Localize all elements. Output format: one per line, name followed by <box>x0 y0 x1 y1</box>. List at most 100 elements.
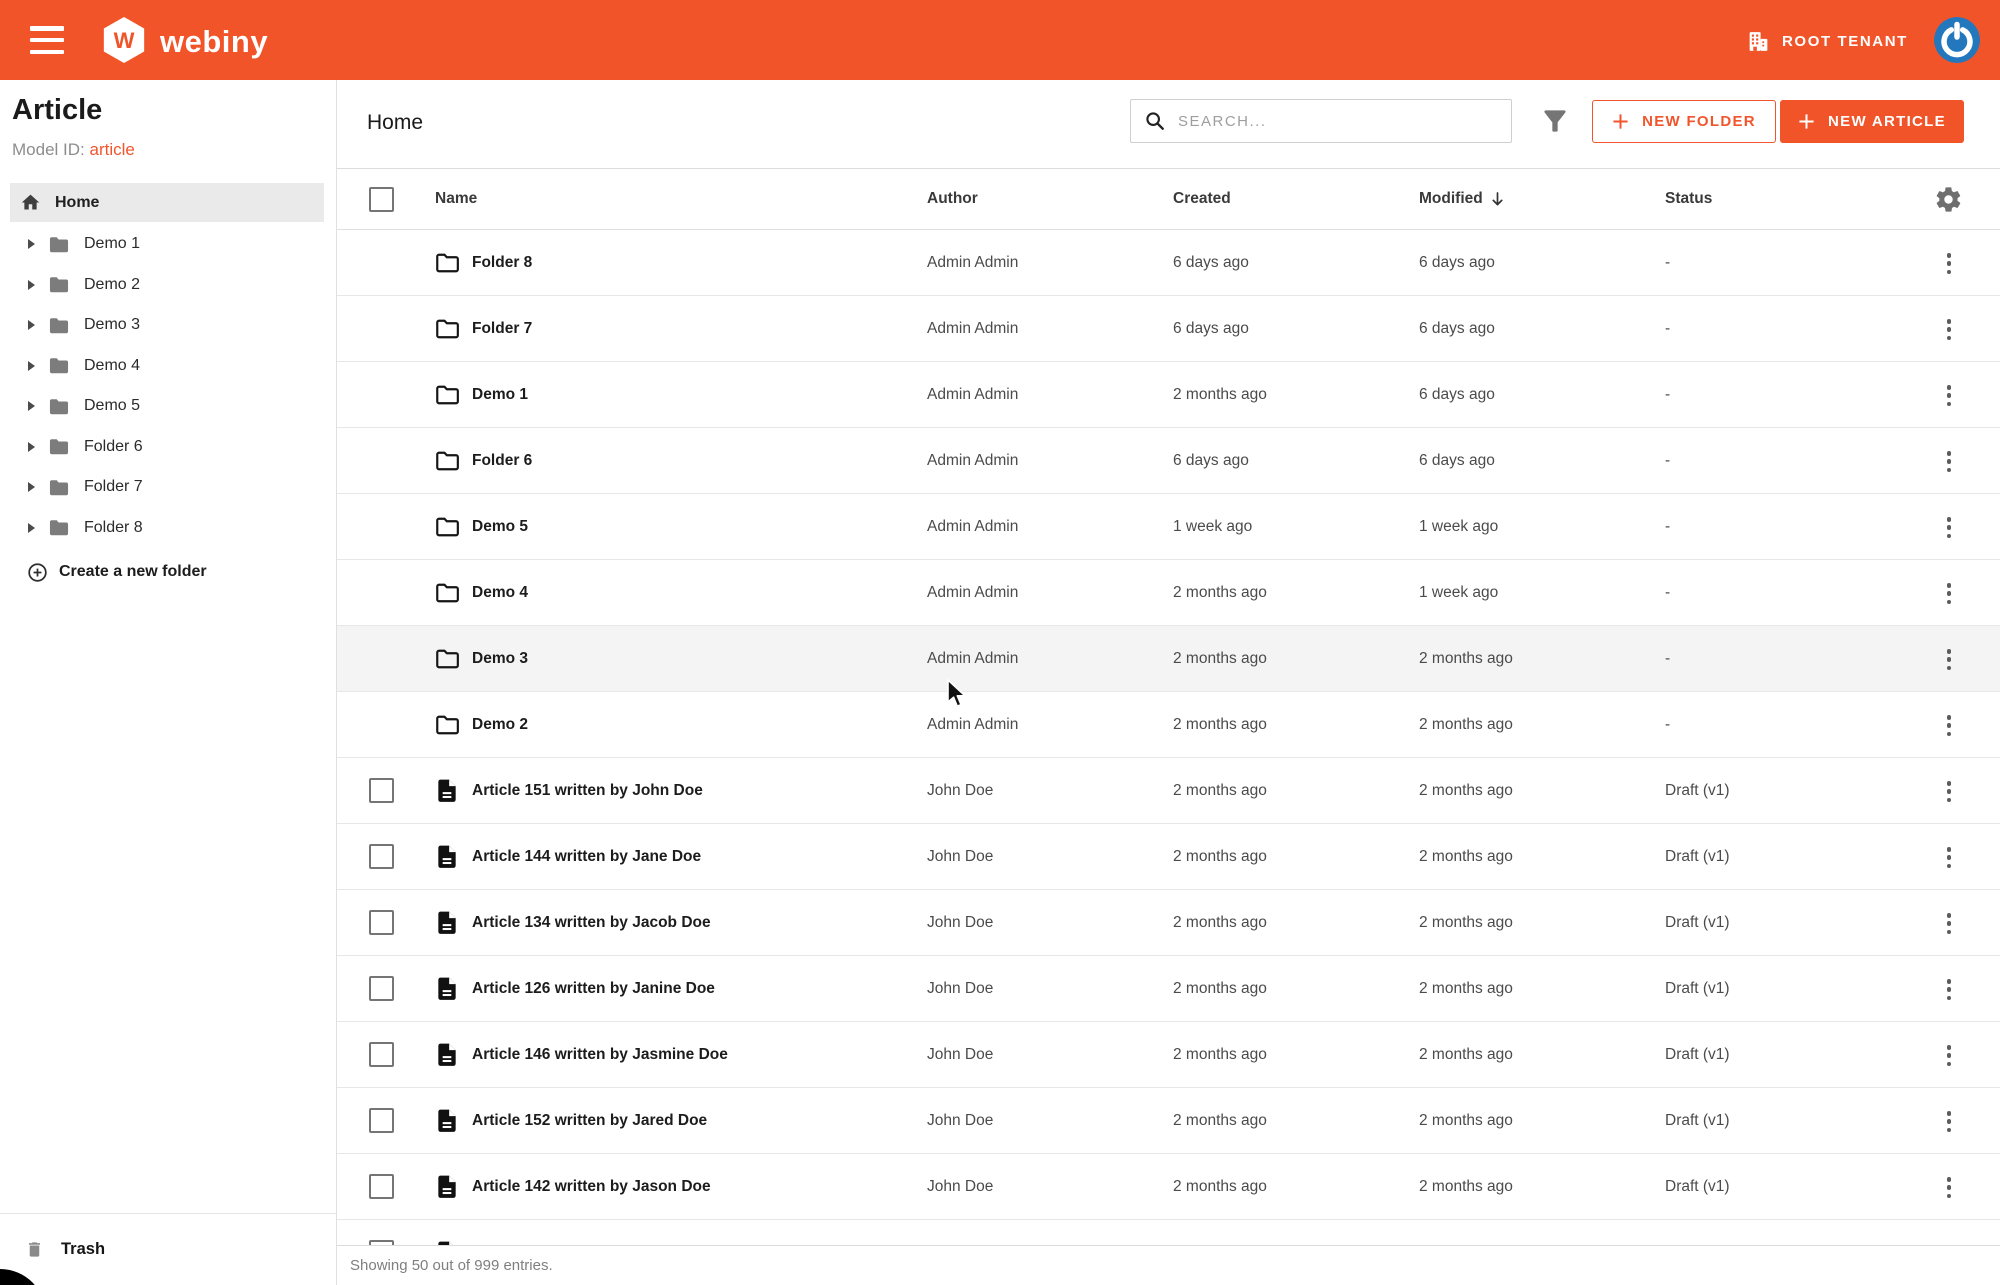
new-article-button[interactable]: NEW ARTICLE <box>1780 100 1964 143</box>
sidebar-folder-item[interactable]: Demo 2 <box>0 265 336 306</box>
caret-right-icon[interactable] <box>28 280 35 290</box>
sidebar-home-label: Home <box>55 194 99 212</box>
create-new-folder-button[interactable]: Create a new folder <box>0 550 336 594</box>
select-all-checkbox[interactable] <box>369 187 394 212</box>
row-actions-kebab-icon[interactable] <box>1942 1111 1956 1132</box>
tenant-selector[interactable]: ROOT TENANT <box>1746 28 1908 54</box>
table-row[interactable]: Demo 4Admin Admin2 months ago1 week ago- <box>337 560 2000 626</box>
row-modified: 6 days ago <box>1419 386 1495 404</box>
breadcrumb: Home <box>367 111 423 135</box>
new-folder-button[interactable]: NEW FOLDER <box>1592 100 1776 143</box>
folder-icon <box>434 382 460 408</box>
table-row[interactable]: Article 134 written by Jacob DoeJohn Doe… <box>337 890 2000 956</box>
column-header-created[interactable]: Created <box>1173 190 1231 208</box>
row-actions-kebab-icon[interactable] <box>1942 319 1956 340</box>
caret-right-icon[interactable] <box>28 320 35 330</box>
row-actions-kebab-icon[interactable] <box>1942 781 1956 802</box>
folder-icon <box>48 397 70 416</box>
table-row[interactable]: Demo 3Admin Admin2 months ago2 months ag… <box>337 626 2000 692</box>
caret-right-icon[interactable] <box>28 523 35 533</box>
sidebar-folder-item[interactable]: Folder 6 <box>0 427 336 468</box>
table-row[interactable]: Article 152 written by Jared DoeJohn Doe… <box>337 1088 2000 1154</box>
sidebar-item-home[interactable]: Home <box>10 183 324 222</box>
user-avatar[interactable] <box>1934 17 1980 63</box>
row-actions-kebab-icon[interactable] <box>1942 517 1956 538</box>
sidebar-folder-item[interactable]: Folder 8 <box>0 508 336 549</box>
row-author: Admin Admin <box>927 650 1018 668</box>
row-created: 6 days ago <box>1173 320 1249 338</box>
document-icon <box>434 844 460 870</box>
table-row[interactable]: Folder 6Admin Admin6 days ago6 days ago- <box>337 428 2000 494</box>
row-author: John Doe <box>927 782 993 800</box>
row-actions-kebab-icon[interactable] <box>1942 385 1956 406</box>
row-checkbox[interactable] <box>369 844 394 869</box>
caret-right-icon[interactable] <box>28 401 35 411</box>
caret-right-icon[interactable] <box>28 442 35 452</box>
row-created: 2 months ago <box>1173 716 1267 734</box>
content-header: Home NEW FOLDER NEW ARTICLE <box>337 80 2000 169</box>
table-settings-gear-icon[interactable] <box>1934 185 1963 214</box>
row-modified: 1 week ago <box>1419 584 1498 602</box>
row-actions-kebab-icon[interactable] <box>1942 1177 1956 1198</box>
row-actions-kebab-icon[interactable] <box>1942 913 1956 934</box>
trash-button[interactable]: Trash <box>0 1213 336 1285</box>
table-row[interactable]: Article 151 written by John DoeJohn Doe2… <box>337 758 2000 824</box>
row-checkbox[interactable] <box>369 976 394 1001</box>
row-status: Draft (v1) <box>1665 782 1730 800</box>
table-header: Name Author Created Modified Status <box>337 169 2000 230</box>
row-status: - <box>1665 386 1670 404</box>
document-icon <box>434 976 460 1002</box>
row-created: 2 months ago <box>1173 386 1267 404</box>
row-modified: 2 months ago <box>1419 848 1513 866</box>
sidebar-folder-item[interactable]: Folder 7 <box>0 467 336 508</box>
table-row[interactable]: Article 144 written by Jane DoeJohn Doe2… <box>337 824 2000 890</box>
row-checkbox[interactable] <box>369 910 394 935</box>
row-actions-kebab-icon[interactable] <box>1942 1045 1956 1066</box>
column-header-author[interactable]: Author <box>927 190 978 208</box>
row-actions-kebab-icon[interactable] <box>1942 649 1956 670</box>
table-row[interactable]: Demo 1Admin Admin2 months ago6 days ago- <box>337 362 2000 428</box>
column-header-name[interactable]: Name <box>435 190 477 208</box>
row-actions-kebab-icon[interactable] <box>1942 583 1956 604</box>
sidebar-folder-item[interactable]: Demo 5 <box>0 386 336 427</box>
table-row[interactable]: Demo 5Admin Admin1 week ago1 week ago- <box>337 494 2000 560</box>
caret-right-icon[interactable] <box>28 482 35 492</box>
row-name: Article 146 written by Jasmine Doe <box>472 1046 728 1064</box>
folder-icon <box>48 478 70 497</box>
row-actions-kebab-icon[interactable] <box>1942 847 1956 868</box>
table-row[interactable] <box>337 1220 2000 1245</box>
caret-right-icon[interactable] <box>28 361 35 371</box>
row-created: 2 months ago <box>1173 1046 1267 1064</box>
row-checkbox[interactable] <box>369 1174 394 1199</box>
row-name: Article 151 written by John Doe <box>472 782 703 800</box>
table-row[interactable]: Article 126 written by Janine DoeJohn Do… <box>337 956 2000 1022</box>
row-checkbox[interactable] <box>369 778 394 803</box>
row-actions-kebab-icon[interactable] <box>1942 253 1956 274</box>
table-footer: Showing 50 out of 999 entries. <box>337 1245 2000 1285</box>
row-status: - <box>1665 584 1670 602</box>
row-actions-kebab-icon[interactable] <box>1942 451 1956 472</box>
row-author: John Doe <box>927 1046 993 1064</box>
row-checkbox[interactable] <box>369 1042 394 1067</box>
row-actions-kebab-icon[interactable] <box>1942 979 1956 1000</box>
filter-icon[interactable] <box>1539 105 1571 137</box>
column-header-status[interactable]: Status <box>1665 190 1712 208</box>
folder-icon <box>48 518 70 537</box>
table-row[interactable]: Folder 7Admin Admin6 days ago6 days ago- <box>337 296 2000 362</box>
column-header-modified[interactable]: Modified <box>1419 190 1505 208</box>
sidebar-folder-item[interactable]: Demo 1 <box>0 224 336 265</box>
model-id-value[interactable]: article <box>89 140 134 159</box>
folder-label: Folder 8 <box>84 519 143 537</box>
row-actions-kebab-icon[interactable] <box>1942 715 1956 736</box>
sidebar-folder-item[interactable]: Demo 4 <box>0 346 336 387</box>
table-row[interactable]: Folder 8Admin Admin6 days ago6 days ago- <box>337 230 2000 296</box>
table-row[interactable]: Demo 2Admin Admin2 months ago2 months ag… <box>337 692 2000 758</box>
search-input[interactable] <box>1178 113 1501 130</box>
menu-hamburger-icon[interactable] <box>30 26 64 54</box>
table-row[interactable]: Article 146 written by Jasmine Doe John D… <box>337 1022 2000 1088</box>
table-row[interactable]: Article 142 written by Jason DoeJohn Doe… <box>337 1154 2000 1220</box>
caret-right-icon[interactable] <box>28 239 35 249</box>
sidebar-folder-item[interactable]: Demo 3 <box>0 305 336 346</box>
row-author: John Doe <box>927 1112 993 1130</box>
row-checkbox[interactable] <box>369 1108 394 1133</box>
